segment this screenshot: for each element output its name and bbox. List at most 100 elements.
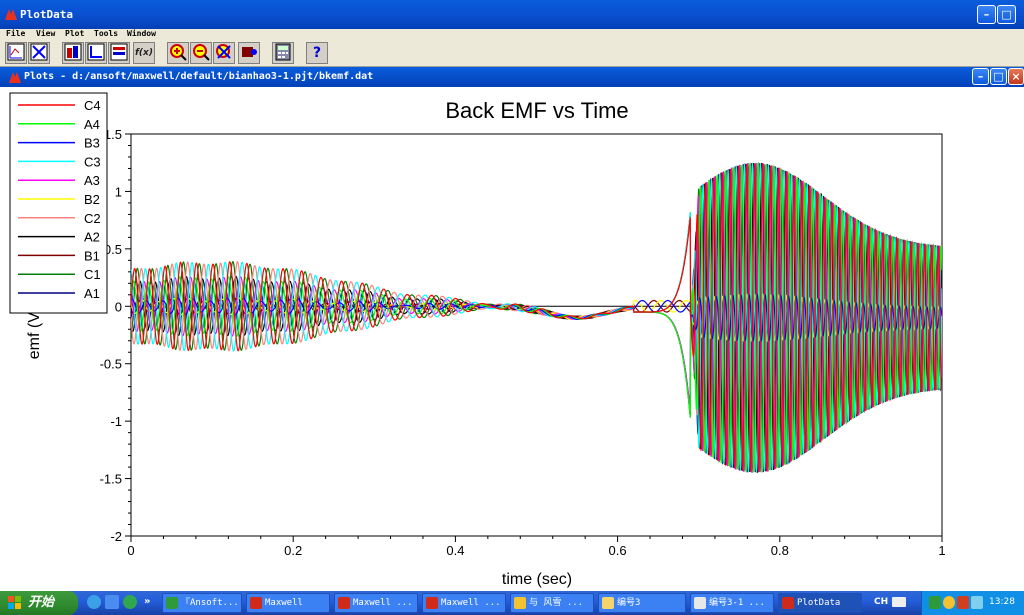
folder-icon (602, 597, 614, 609)
menu-file[interactable]: File (6, 29, 25, 38)
language-indicator[interactable]: CH (874, 597, 888, 607)
legend-label: C3 (84, 154, 101, 169)
ansoft-task-icon (782, 597, 794, 609)
new-plot-icon (7, 43, 25, 61)
zoom-out-icon (193, 44, 210, 61)
back-emf-chart: Back EMF vs Time time (sec) emf (V) 0 0.2… (9, 92, 946, 588)
windows-logo-icon (8, 596, 21, 609)
menu-tools[interactable]: Tools (94, 29, 118, 38)
zoom-out-button[interactable] (190, 42, 212, 64)
start-button[interactable]: 开始 (0, 591, 78, 615)
x-axis-label: time (sec) (502, 571, 572, 588)
delete-plot-button[interactable] (28, 42, 50, 64)
axis-settings-icon (87, 43, 105, 61)
ansoft-task-icon (250, 597, 262, 609)
legend-label: A3 (84, 173, 100, 188)
y-tick-label: -1 (110, 414, 122, 429)
calculator-button[interactable] (272, 42, 294, 64)
function-button[interactable]: f(x) (133, 42, 155, 64)
task-ansoft[interactable]: 『Ansoft... (162, 593, 242, 613)
y-tick-label: 1 (115, 184, 122, 199)
legend-label: B1 (84, 248, 100, 263)
task-maxwell-3[interactable]: Maxwell ... (422, 593, 506, 613)
document-title-bar: Plots - d:/ansoft/maxwell/default/bianha… (0, 67, 1024, 87)
legend-label: A4 (84, 117, 100, 132)
network-icon[interactable] (971, 596, 983, 609)
ansoft-task-icon (426, 597, 438, 609)
ansoft-doc-icon (9, 72, 21, 83)
y-tick-label: -1.5 (100, 472, 122, 487)
x-tick-label: 1 (938, 543, 945, 558)
ansoft-task-icon (338, 597, 350, 609)
ie-task-icon (166, 597, 178, 609)
menu-view[interactable]: View (36, 29, 55, 38)
menu-window[interactable]: Window (127, 29, 156, 38)
new-plot-button[interactable] (5, 42, 27, 64)
data-settings-icon (110, 43, 128, 61)
maximize-button[interactable]: □ (997, 5, 1016, 24)
clock: 13:28 (989, 597, 1015, 607)
axis-settings-button[interactable] (85, 42, 107, 64)
zoom-fit-button[interactable] (213, 42, 235, 64)
doc-minimize-button[interactable]: – (972, 68, 989, 85)
task-chat[interactable]: 与 风雪 ... (510, 593, 594, 613)
qq-icon[interactable] (943, 596, 955, 609)
legend-label: C4 (84, 98, 101, 113)
document-icon (694, 597, 706, 609)
y-axis-label: emf (V) (26, 307, 43, 359)
help-button[interactable]: ? (306, 42, 328, 64)
chat-task-icon (514, 597, 526, 609)
record-icon (242, 47, 257, 57)
legend-label: A2 (84, 230, 100, 245)
legend-label: C2 (84, 211, 101, 226)
task-plotdata[interactable]: PlotData (778, 593, 862, 613)
legend: C4 A4 B3 C3 A3 B2 C2 A2 B1 C1 A1 (9, 92, 108, 314)
task-maxwell-1[interactable]: Maxwell (246, 593, 330, 613)
ie-icon[interactable] (87, 595, 101, 609)
show-desktop-icon[interactable] (105, 595, 119, 609)
menu-plot[interactable]: Plot (65, 29, 84, 38)
minimize-button[interactable]: – (977, 5, 996, 24)
data-settings-button[interactable] (108, 42, 130, 64)
x-tick-label: 0.2 (284, 543, 302, 558)
system-tray: 13:28 (921, 591, 1024, 615)
legend-label: A1 (84, 286, 100, 301)
media-player-icon[interactable] (123, 595, 137, 609)
delete-plot-icon (30, 43, 48, 61)
x-tick-label: 0.4 (446, 543, 464, 558)
legend-label: B3 (84, 136, 100, 151)
security-icon[interactable] (957, 596, 969, 609)
taskbar: 开始 » 『Ansoft... Maxwell Maxwell ... Maxw… (0, 591, 1024, 615)
calculator-icon (275, 43, 291, 61)
document-title: Plots - d:/ansoft/maxwell/default/bianha… (24, 71, 374, 82)
y-tick-label: -0.5 (100, 357, 122, 372)
chart-title: Back EMF vs Time (445, 98, 628, 123)
zoom-in-icon (170, 44, 187, 61)
more-chevron-icon[interactable]: » (144, 596, 154, 608)
doc-close-button[interactable]: × (1008, 68, 1024, 85)
shield-icon[interactable] (929, 596, 941, 609)
keyboard-icon[interactable] (892, 597, 906, 607)
legend-label: B2 (84, 192, 100, 207)
task-document[interactable]: 编号3-1 ... (690, 593, 774, 613)
x-tick-label: 0 (127, 543, 134, 558)
legend-label: C1 (84, 267, 101, 282)
start-label: 开始 (28, 595, 55, 610)
zoom-in-button[interactable] (167, 42, 189, 64)
task-maxwell-2[interactable]: Maxwell ... (334, 593, 418, 613)
plot-settings-button[interactable] (62, 42, 84, 64)
x-tick-label: 0.6 (609, 543, 627, 558)
ansoft-logo-icon (5, 9, 17, 20)
zoom-fit-icon (216, 44, 231, 59)
plot-area: Back EMF vs Time time (sec) emf (V) 0 0.2… (0, 87, 1024, 591)
doc-restore-button[interactable]: □ (990, 68, 1007, 85)
plot-group: 0 0.2 0.4 0.6 0.8 1-2-1.5-1-0.500.511.5 (100, 127, 946, 558)
toolbar: f(x) ? (0, 41, 1024, 67)
y-tick-label: -2 (110, 529, 122, 544)
menu-bar: File View Plot Tools Window (0, 29, 1024, 41)
x-tick-label: 0.8 (771, 543, 789, 558)
plot-settings-icon (64, 43, 82, 61)
task-folder[interactable]: 编号3 (598, 593, 686, 613)
app-title-bar: PlotData – □ (0, 0, 1024, 29)
record-button[interactable] (238, 42, 260, 64)
